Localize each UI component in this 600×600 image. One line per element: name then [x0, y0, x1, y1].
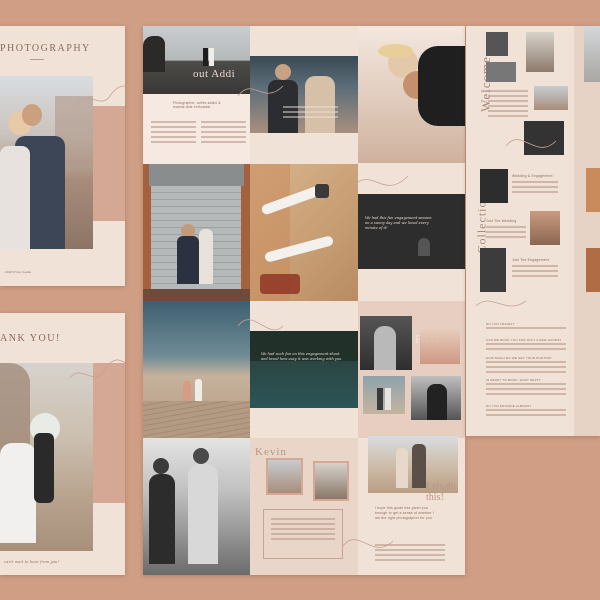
- kevin-heading: Kevin: [255, 446, 287, 458]
- just-engagement-label: Just The Engagement: [512, 258, 549, 262]
- faq-item-4: IS READY TO BOOK, WHAT NEXT?: [486, 378, 541, 382]
- right-edge-photo-3: [586, 248, 600, 292]
- thank-you-title: ANK YOU!: [0, 333, 61, 344]
- kiss-photo: [360, 316, 412, 370]
- collection-photo-1: [480, 169, 508, 203]
- beach-couple-small-photo: [363, 376, 405, 414]
- faq-item-5: DO YOU PROVIDE ALBUMS?: [486, 404, 532, 408]
- garage-door-photo: [143, 164, 250, 301]
- cover-title: PHOTOGRAPHY: [0, 43, 91, 54]
- teal-quote-photo: [250, 331, 358, 408]
- quote-1: We had this fun engagement session on a …: [365, 216, 432, 230]
- running-couple-photo: [143, 438, 250, 575]
- faq-couple-photo: [420, 326, 460, 364]
- collection-photo-3: [480, 248, 506, 292]
- kevin-photo-1: [266, 458, 303, 495]
- kevin-photo-2: [313, 461, 349, 501]
- lets-do-this-heading: Lets do this!: [426, 481, 456, 503]
- accent-block: [93, 106, 125, 221]
- laughing-couple-photo: [358, 26, 465, 163]
- just-wedding-label: Just The Wedding: [486, 219, 517, 223]
- welcome-photo-5: [524, 121, 564, 155]
- lets-do-this-body: I hope this guide has given you enough t…: [375, 506, 435, 520]
- welcome-photo-1: [486, 32, 508, 56]
- faq-item-3: HOW MUCH DO WE GET YOUR PHOTOS?: [486, 356, 552, 360]
- cover-footer: 2020 Price Guide: [5, 270, 32, 274]
- spread-page: out Addi Photographer, coffee addict & m…: [143, 26, 465, 575]
- welcome-collection-page: Welcome Collection Wedding & Engagement …: [466, 26, 600, 436]
- right-edge-photo-1: [584, 26, 600, 82]
- welcome-photo-3: [486, 62, 516, 82]
- collection-photo-2: [530, 211, 560, 245]
- beach-rocks-photo: [143, 26, 250, 94]
- sand-legs-photo: [250, 164, 358, 301]
- welcome-photo-2: [526, 32, 554, 72]
- thank-you-footer: can't wait to hear from you!: [4, 560, 60, 564]
- about-subtitle: Photographer, coffee addict & matcha lat…: [173, 101, 221, 109]
- couple-sunset-photo: [250, 56, 358, 133]
- thank-you-page: ANK YOU! can't wait to hear from you!: [0, 313, 125, 575]
- bride-photo: [0, 363, 93, 551]
- price-guide-cover-page: PHOTOGRAPHY 2020 Price Guide: [0, 26, 125, 286]
- quote-2: We had such fun on this engagement shoot…: [261, 352, 342, 361]
- welcome-photo-4: [534, 86, 568, 110]
- wedding-engagement-label: Wedding & Engagement: [512, 174, 553, 178]
- about-heading: out Addi: [193, 68, 236, 80]
- faq-item-1: DO YOU TRAVEL?: [486, 322, 515, 326]
- beach-walk-photo: [143, 301, 250, 438]
- faq-item-2: CAN WE BOOK YOU FOR ONLY A FEW HOURS?: [486, 338, 562, 342]
- right-edge-photo-2: [586, 168, 600, 212]
- dark-couple-photo: [411, 376, 461, 420]
